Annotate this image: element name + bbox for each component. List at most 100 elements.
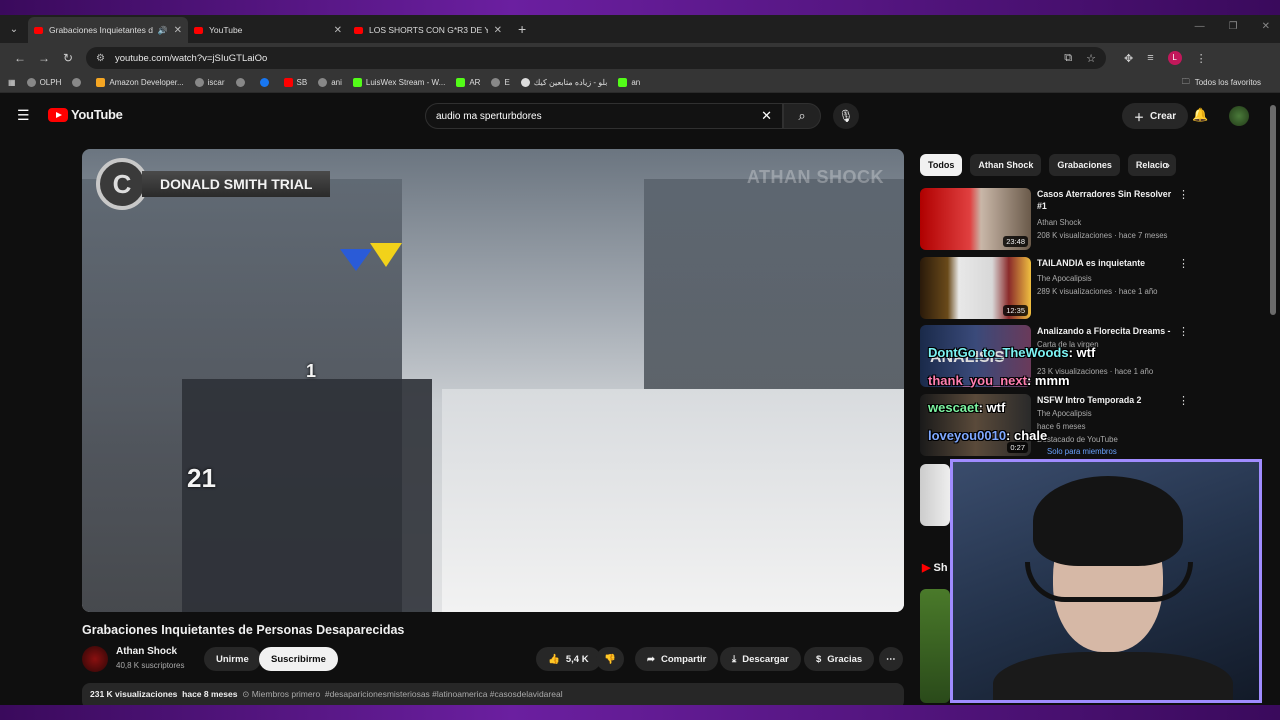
menu-icon[interactable]: ⋮ — [1196, 52, 1207, 65]
channel-name[interactable]: Athan Shock — [116, 646, 177, 657]
globe-icon — [491, 78, 501, 87]
tab-search-icon[interactable]: ⌄ — [0, 24, 28, 35]
upload-age: hace 8 meses — [182, 689, 238, 699]
chat-text: : chale — [1006, 428, 1048, 443]
chip-grabaciones[interactable]: Grabaciones — [1049, 154, 1120, 176]
recommendation-item[interactable]: 12:35 TAILANDIA es inquietante The Apoca… — [920, 257, 1270, 319]
youtube-logo[interactable]: YouTube — [48, 107, 123, 122]
description-box[interactable]: 231 K visualizaciones hace 8 meses ⊙ Mie… — [82, 683, 904, 705]
chip-all[interactable]: Todos — [920, 154, 963, 176]
search-button[interactable]: ⌕ — [783, 103, 821, 129]
bookmark-item[interactable]: AR — [456, 78, 480, 87]
bookmark-item[interactable]: iscar — [194, 78, 225, 87]
video-player[interactable]: C DONALD SMITH TRIAL ATHAN SHOCK 1 21 — [82, 149, 904, 612]
tab-shorts[interactable]: LOS SHORTS CON G*R3 DE YO ✕ — [348, 17, 508, 43]
webcam-body — [993, 652, 1233, 700]
like-button[interactable]: 👍 5,4 K — [536, 647, 601, 671]
maximize-icon[interactable]: ❐ — [1229, 21, 1238, 32]
video-scene-counter — [182, 379, 432, 612]
more-options-icon[interactable]: ⋮ — [1178, 188, 1189, 201]
video-thumbnail[interactable] — [920, 464, 950, 526]
more-options-icon[interactable]: ⋮ — [1178, 325, 1189, 338]
account-avatar[interactable] — [1229, 106, 1249, 126]
close-window-icon[interactable]: ✕ — [1262, 21, 1270, 32]
bookmark-item[interactable] — [235, 78, 249, 87]
bookmark-item[interactable]: E — [491, 78, 510, 87]
close-tab-icon[interactable]: ✕ — [494, 25, 502, 36]
hashtags[interactable]: #desaparicionesmisteriosas #latinoameric… — [325, 689, 563, 699]
speaker-icon[interactable]: 🔊 — [158, 26, 168, 35]
apps-icon[interactable]: ▦ — [8, 78, 16, 87]
media-controls-icon[interactable]: ≡ — [1147, 52, 1153, 64]
tab-youtube[interactable]: YouTube ✕ — [188, 17, 348, 43]
bookmark-item[interactable]: ani — [318, 78, 342, 87]
forward-icon[interactable]: → — [32, 51, 56, 65]
bookmark-item[interactable]: an — [618, 78, 640, 87]
bookmark-label: OLPH — [39, 78, 62, 87]
bookmark-label: ani — [331, 78, 342, 87]
all-bookmarks-folder[interactable]: 🗀 Todos los favoritos — [1182, 76, 1261, 90]
more-options-icon[interactable]: ⋮ — [1178, 394, 1189, 407]
recommendation-channel[interactable]: The Apocalipsis — [1037, 274, 1092, 283]
video-thumbnail[interactable]: 12:35 — [920, 257, 1031, 319]
recommendation-channel[interactable]: Athan Shock — [1037, 218, 1081, 227]
address-bar[interactable]: ⚙ youtube.com/watch?v=jSIuGTLaiOo ⧉ ☆ — [86, 47, 1106, 69]
share-button[interactable]: ➦ Compartir — [635, 647, 719, 671]
chip-athan-shock[interactable]: Athan Shock — [970, 154, 1042, 176]
reload-icon[interactable]: ↻ — [56, 51, 80, 65]
bookmark-item[interactable] — [259, 78, 273, 87]
recommendation-title[interactable]: Analizando a Florecita Dreams - — [1037, 325, 1177, 337]
extensions-icon[interactable]: ✥ — [1124, 52, 1133, 65]
chat-username: thank_you_next — [928, 373, 1027, 388]
bookmark-label: بلو - زياده متابعين كيك — [533, 78, 608, 87]
recommendation-channel[interactable]: The Apocalipsis — [1037, 409, 1092, 418]
page-scrollbar[interactable] — [1270, 105, 1276, 315]
more-options-icon[interactable]: ⋮ — [1178, 257, 1189, 270]
video-thumbnail[interactable]: 23:48 — [920, 188, 1031, 250]
search-input[interactable]: audio ma sperturbdores ✕ — [425, 103, 783, 129]
headphones-icon — [1025, 562, 1193, 602]
search-query: audio ma sperturbdores — [436, 110, 542, 122]
youtube-header: ☰ YouTube audio ma sperturbdores ✕ ⌕ 🎙 ＋… — [0, 93, 1280, 137]
shorts-icon: ▶ — [922, 562, 931, 574]
thanks-button[interactable]: $ Gracias — [804, 647, 875, 671]
more-actions-button[interactable]: ⋯ — [879, 647, 903, 671]
voice-search-button[interactable]: 🎙 — [833, 103, 859, 129]
bookmark-item[interactable]: بلو - زياده متابعين كيك — [520, 78, 608, 87]
plus-icon: ＋ — [1134, 112, 1144, 124]
profile-avatar[interactable]: L — [1167, 51, 1182, 65]
install-app-icon[interactable]: ⧉ — [1064, 52, 1072, 65]
dislike-button[interactable]: 👎 — [596, 647, 624, 671]
recommendation-title[interactable]: Casos Aterradores Sin Resolver #1 — [1037, 188, 1177, 212]
bookmark-item[interactable]: SB — [283, 78, 307, 87]
channel-avatar[interactable] — [82, 646, 108, 672]
back-icon[interactable]: ← — [8, 51, 32, 65]
bookmark-star-icon[interactable]: ☆ — [1086, 52, 1096, 65]
share-icon: ➦ — [647, 653, 655, 665]
bookmark-item[interactable]: LuisWex Stream - W... — [352, 78, 445, 87]
members-first-icon: ⊙ — [242, 689, 250, 699]
create-button[interactable]: ＋ Crear — [1122, 103, 1189, 129]
site-info-icon[interactable]: ⚙ — [96, 53, 105, 64]
subscribe-button[interactable]: Suscribirme — [259, 647, 338, 671]
chat-message: thank_you_next: mmm — [928, 373, 1070, 388]
chevron-right-icon[interactable]: › — [1166, 158, 1170, 172]
navigation-bar: ← → ↻ ⚙ youtube.com/watch?v=jSIuGTLaiOo … — [0, 43, 1280, 73]
bookmark-item[interactable] — [72, 78, 85, 87]
bookmark-item[interactable]: OLPH — [26, 78, 62, 87]
join-button[interactable]: Unirme — [204, 647, 261, 671]
short-thumbnail[interactable] — [920, 589, 950, 703]
recommendation-title[interactable]: NSFW Intro Temporada 2 — [1037, 394, 1177, 406]
recommendation-item[interactable]: 23:48 Casos Aterradores Sin Resolver #1 … — [920, 188, 1270, 250]
tab-video[interactable]: Grabaciones Inquietantes d 🔊 ✕ — [28, 17, 188, 43]
close-tab-icon[interactable]: ✕ — [334, 25, 342, 36]
clear-search-icon[interactable]: ✕ — [761, 108, 772, 124]
minimize-icon[interactable]: — — [1195, 21, 1205, 32]
close-tab-icon[interactable]: ✕ — [174, 25, 182, 36]
notifications-bell-icon[interactable]: 🔔 — [1192, 107, 1208, 123]
hamburger-menu-icon[interactable]: ☰ — [17, 107, 30, 124]
new-tab-button[interactable]: + — [518, 21, 526, 37]
bookmark-item[interactable]: Amazon Developer... — [96, 78, 184, 87]
download-button[interactable]: ⤓ Descargar — [720, 647, 801, 671]
recommendation-title[interactable]: TAILANDIA es inquietante — [1037, 257, 1177, 269]
